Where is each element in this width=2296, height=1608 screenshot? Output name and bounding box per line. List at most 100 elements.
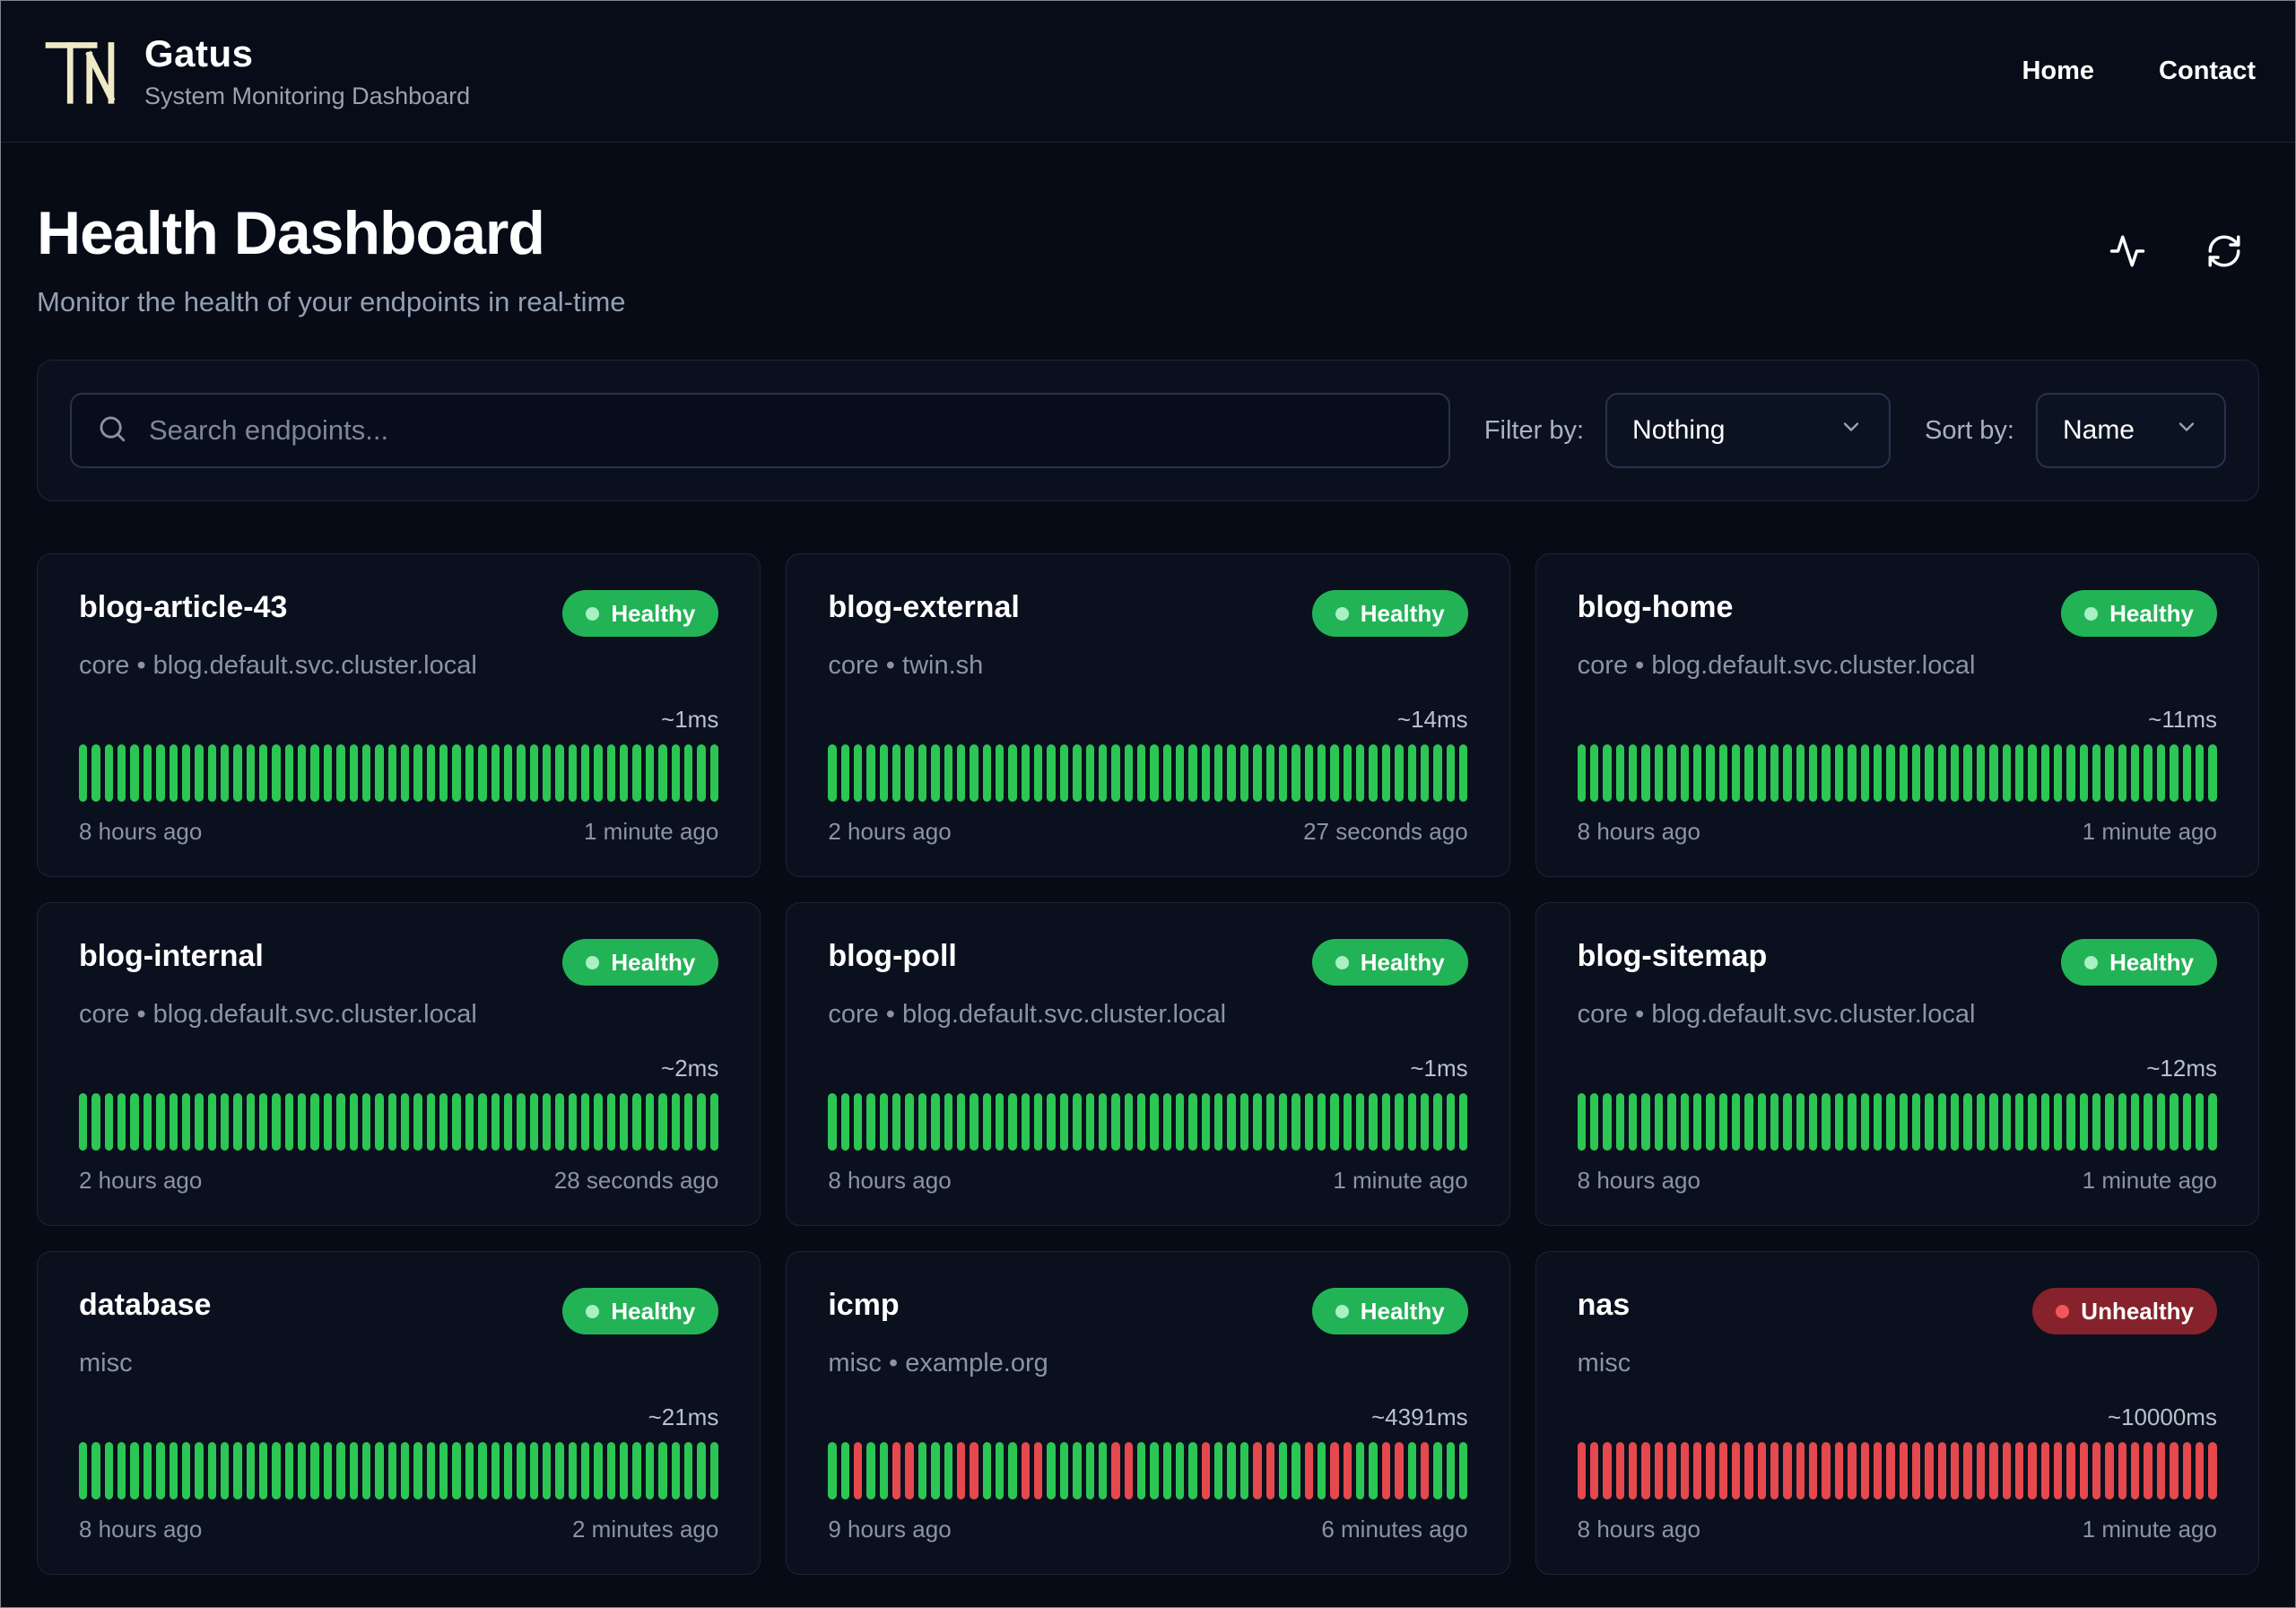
uptime-bar[interactable] bbox=[555, 1093, 564, 1151]
uptime-bar[interactable] bbox=[918, 1442, 927, 1499]
uptime-bar[interactable] bbox=[555, 1442, 564, 1499]
endpoint-card[interactable]: blog-home Healthy core • blog.default.svc.… bbox=[1535, 553, 2259, 877]
uptime-bar[interactable] bbox=[1292, 744, 1300, 802]
uptime-bar[interactable] bbox=[1590, 744, 1599, 802]
uptime-bar[interactable] bbox=[1796, 1442, 1805, 1499]
uptime-bar[interactable] bbox=[195, 1093, 204, 1151]
uptime-bar[interactable] bbox=[1912, 1093, 1921, 1151]
uptime-bar[interactable] bbox=[1886, 744, 1895, 802]
uptime-bar[interactable] bbox=[1458, 1093, 1468, 1151]
uptime-bar[interactable] bbox=[620, 1093, 629, 1151]
uptime-bar[interactable] bbox=[918, 1093, 927, 1151]
uptime-bar[interactable] bbox=[931, 1093, 940, 1151]
uptime-bar[interactable] bbox=[413, 1093, 422, 1151]
uptime-bar[interactable] bbox=[156, 1093, 165, 1151]
uptime-bar[interactable] bbox=[1265, 1442, 1274, 1499]
uptime-bar[interactable] bbox=[1446, 1093, 1455, 1151]
uptime-bar[interactable] bbox=[671, 1442, 680, 1499]
uptime-bar[interactable] bbox=[1718, 1442, 1727, 1499]
uptime-bar[interactable] bbox=[1162, 1093, 1172, 1151]
uptime-bar[interactable] bbox=[879, 1093, 889, 1151]
uptime-bar[interactable] bbox=[298, 1093, 307, 1151]
uptime-bar[interactable] bbox=[620, 744, 629, 802]
uptime-bar[interactable] bbox=[349, 1093, 358, 1151]
uptime-bar[interactable] bbox=[671, 744, 680, 802]
uptime-bar[interactable] bbox=[1239, 1442, 1249, 1499]
uptime-bar[interactable] bbox=[2118, 1093, 2127, 1151]
uptime-bar[interactable] bbox=[1034, 744, 1043, 802]
uptime-bar[interactable] bbox=[413, 744, 422, 802]
uptime-bar[interactable] bbox=[1420, 1093, 1430, 1151]
uptime-bar[interactable] bbox=[568, 1093, 578, 1151]
uptime-bar[interactable] bbox=[2028, 1093, 2037, 1151]
uptime-bar[interactable] bbox=[169, 1093, 178, 1151]
uptime-bar[interactable] bbox=[2105, 744, 2114, 802]
uptime-bar[interactable] bbox=[1034, 1442, 1043, 1499]
uptime-bar[interactable] bbox=[529, 1442, 538, 1499]
uptime-bar[interactable] bbox=[1989, 1442, 1998, 1499]
uptime-bar[interactable] bbox=[1718, 744, 1727, 802]
uptime-bar[interactable] bbox=[79, 1442, 88, 1499]
uptime-bar[interactable] bbox=[1085, 1093, 1094, 1151]
uptime-bar[interactable] bbox=[905, 1093, 914, 1151]
uptime-bar[interactable] bbox=[709, 1093, 718, 1151]
uptime-bar[interactable] bbox=[944, 744, 952, 802]
uptime-bar[interactable] bbox=[207, 744, 216, 802]
uptime-bar[interactable] bbox=[2131, 1093, 2140, 1151]
uptime-bar[interactable] bbox=[1848, 1093, 1857, 1151]
uptime-bar[interactable] bbox=[503, 1442, 513, 1499]
uptime-bar[interactable] bbox=[905, 744, 914, 802]
uptime-bar[interactable] bbox=[1201, 1442, 1211, 1499]
uptime-bar[interactable] bbox=[866, 1442, 875, 1499]
uptime-bar[interactable] bbox=[259, 744, 268, 802]
endpoint-card[interactable]: blog-external Healthy core • twin.sh ~14ms 2… bbox=[786, 553, 1510, 877]
uptime-bar[interactable] bbox=[2195, 1442, 2205, 1499]
uptime-bar[interactable] bbox=[1458, 744, 1468, 802]
uptime-bar[interactable] bbox=[1886, 1442, 1895, 1499]
uptime-bar[interactable] bbox=[2208, 1093, 2217, 1151]
uptime-bar[interactable] bbox=[1369, 1442, 1378, 1499]
uptime-bar[interactable] bbox=[658, 1442, 667, 1499]
uptime-bar[interactable] bbox=[1577, 1093, 1587, 1151]
uptime-bar[interactable] bbox=[1253, 1442, 1262, 1499]
uptime-bar[interactable] bbox=[1937, 1093, 1947, 1151]
uptime-bar[interactable] bbox=[1822, 744, 1831, 802]
uptime-bar[interactable] bbox=[1925, 1093, 1934, 1151]
uptime-bar[interactable] bbox=[375, 1093, 384, 1151]
uptime-bar[interactable] bbox=[1059, 1093, 1069, 1151]
uptime-bar[interactable] bbox=[1976, 1442, 1986, 1499]
uptime-bar[interactable] bbox=[1214, 744, 1223, 802]
uptime-bar[interactable] bbox=[1692, 1442, 1702, 1499]
uptime-bar[interactable] bbox=[996, 1093, 1004, 1151]
uptime-bar[interactable] bbox=[491, 1093, 500, 1151]
uptime-bar[interactable] bbox=[1369, 744, 1378, 802]
uptime-bar[interactable] bbox=[1937, 744, 1947, 802]
uptime-bar[interactable] bbox=[996, 744, 1004, 802]
uptime-bar[interactable] bbox=[2040, 1093, 2049, 1151]
uptime-bar[interactable] bbox=[840, 744, 850, 802]
uptime-bar[interactable] bbox=[1239, 744, 1249, 802]
uptime-bar[interactable] bbox=[1407, 744, 1416, 802]
uptime-bar[interactable] bbox=[195, 1442, 204, 1499]
uptime-bar[interactable] bbox=[1963, 1093, 1972, 1151]
uptime-bar[interactable] bbox=[1629, 744, 1638, 802]
uptime-bar[interactable] bbox=[1757, 744, 1767, 802]
uptime-bar[interactable] bbox=[1873, 1093, 1883, 1151]
uptime-bar[interactable] bbox=[1744, 1442, 1753, 1499]
uptime-bar[interactable] bbox=[2092, 1093, 2101, 1151]
uptime-bar[interactable] bbox=[632, 744, 641, 802]
uptime-bar[interactable] bbox=[220, 1442, 230, 1499]
uptime-bar[interactable] bbox=[1407, 1093, 1416, 1151]
uptime-bar[interactable] bbox=[1420, 744, 1430, 802]
uptime-bar[interactable] bbox=[2105, 1093, 2114, 1151]
uptime-bar[interactable] bbox=[1446, 744, 1455, 802]
uptime-bar[interactable] bbox=[1395, 1442, 1404, 1499]
uptime-bar[interactable] bbox=[658, 744, 667, 802]
uptime-bar[interactable] bbox=[1796, 744, 1805, 802]
uptime-bar[interactable] bbox=[1951, 1442, 1960, 1499]
uptime-bar[interactable] bbox=[1150, 744, 1159, 802]
uptime-bar[interactable] bbox=[91, 1442, 100, 1499]
uptime-bar[interactable] bbox=[1111, 744, 1120, 802]
uptime-bar[interactable] bbox=[465, 1442, 474, 1499]
uptime-bar[interactable] bbox=[1176, 744, 1185, 802]
